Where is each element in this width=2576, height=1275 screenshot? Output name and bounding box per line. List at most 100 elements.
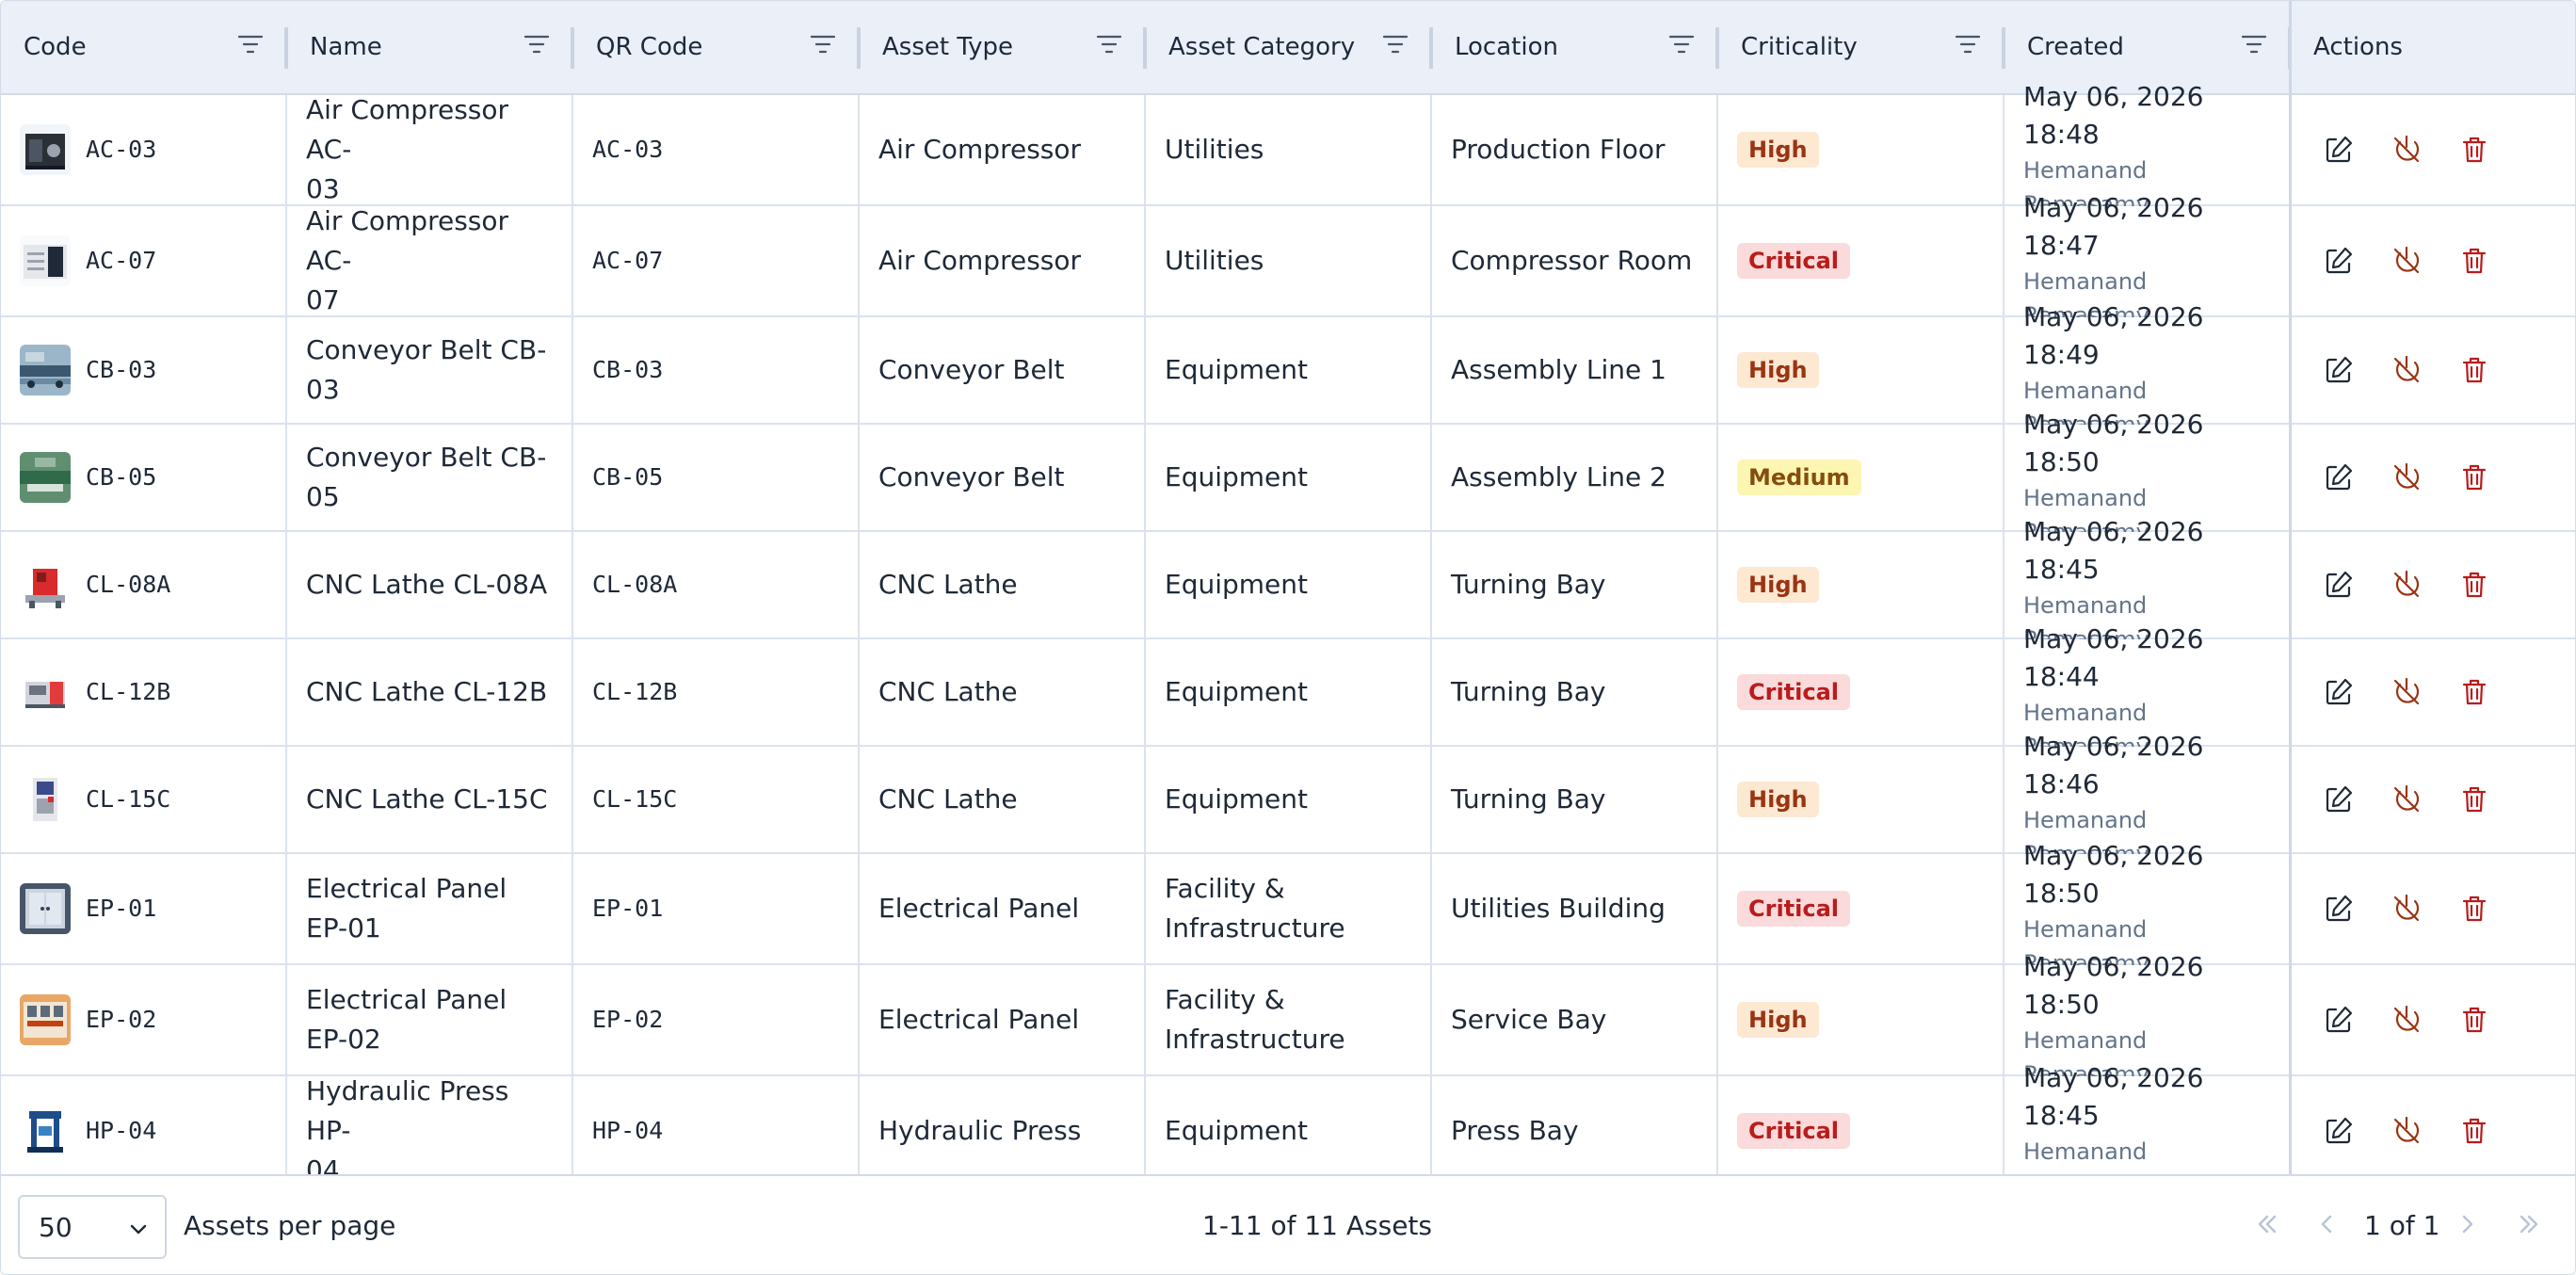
asset-code: CB-03 — [86, 356, 157, 383]
asset-location: Turning Bay — [1451, 783, 1606, 815]
criticality-badge: High — [1737, 352, 1819, 388]
prev-page-icon[interactable] — [2313, 1210, 2342, 1238]
asset-location: Service Bay — [1451, 1004, 1607, 1035]
asset-name-line: Conveyor Belt CB-05 — [306, 442, 547, 512]
cell-created: May 06, 2026 18:50Hemanand Ramasamy — [2004, 951, 2291, 1088]
edit-icon[interactable] — [2323, 783, 2355, 815]
cell-qr-code: CB-03 — [573, 317, 860, 423]
filter-icon[interactable] — [1381, 33, 1409, 57]
edit-icon[interactable] — [2323, 893, 2355, 925]
filter-icon[interactable] — [2240, 33, 2268, 57]
filter-icon[interactable] — [1954, 33, 1982, 57]
column-resize-handle[interactable] — [1715, 27, 1719, 69]
deactivate-icon[interactable] — [2391, 676, 2423, 708]
column-header-label: Name — [310, 33, 382, 61]
cell-asset-type: Hydraulic Press — [860, 1076, 1146, 1174]
cell-asset-category: Utilities — [1146, 206, 1432, 315]
asset-category: Equipment — [1165, 780, 1308, 819]
cell-location: Production Floor — [1432, 95, 1718, 204]
edit-icon[interactable] — [2323, 676, 2355, 708]
column-resize-handle[interactable] — [857, 27, 861, 69]
asset-name: Electrical Panel EP-02 — [306, 980, 556, 1059]
column-header-actions[interactable]: Actions — [2291, 1, 2575, 93]
cell-asset-category: Equipment — [1146, 425, 1432, 530]
deactivate-icon[interactable] — [2391, 893, 2423, 925]
qr-code-value: CL-15C — [592, 785, 678, 813]
created-date: May 06, 2026 18:45 — [2023, 1062, 2204, 1131]
asset-name: Air Compressor AC- 07 — [306, 202, 556, 320]
filter-icon[interactable] — [236, 33, 265, 57]
column-header-label: Actions — [2313, 33, 2403, 61]
asset-category-line: Equipment — [1165, 1115, 1308, 1146]
delete-icon[interactable] — [2458, 354, 2490, 386]
next-page-icon[interactable] — [2453, 1210, 2481, 1238]
edit-icon[interactable] — [2323, 245, 2355, 277]
deactivate-icon[interactable] — [2391, 783, 2423, 815]
column-resize-handle[interactable] — [1143, 27, 1147, 69]
qr-code-value: EP-02 — [592, 1006, 664, 1033]
column-header-location[interactable]: Location — [1432, 1, 1718, 93]
per-page-select[interactable]: 50 — [18, 1195, 167, 1259]
deactivate-icon[interactable] — [2391, 461, 2423, 493]
deactivate-icon[interactable] — [2391, 569, 2423, 601]
column-header-code[interactable]: Code — [1, 1, 287, 93]
deactivate-icon[interactable] — [2391, 1115, 2423, 1147]
asset-name-line: CNC Lathe CL-08A — [306, 569, 548, 600]
delete-icon[interactable] — [2458, 1115, 2490, 1147]
filter-icon[interactable] — [1095, 33, 1123, 57]
delete-icon[interactable] — [2458, 245, 2490, 277]
cell-asset-category: Utilities — [1146, 95, 1432, 204]
cell-code: AC-07 — [1, 206, 287, 315]
cell-name: CNC Lathe CL-08A — [287, 532, 573, 638]
deactivate-icon[interactable] — [2391, 134, 2423, 166]
delete-icon[interactable] — [2458, 461, 2490, 493]
delete-icon[interactable] — [2458, 893, 2490, 925]
deactivate-icon[interactable] — [2391, 354, 2423, 386]
delete-icon[interactable] — [2458, 783, 2490, 815]
asset-location: Utilities Building — [1451, 893, 1666, 924]
column-header-criticality[interactable]: Criticality — [1718, 1, 2004, 93]
asset-code: CL-08A — [86, 571, 171, 598]
first-page-icon[interactable] — [2253, 1210, 2281, 1238]
delete-icon[interactable] — [2458, 1004, 2490, 1036]
table-row[interactable]: HP-04 Hydraulic Press HP- 04 HP-04 Hydraulic… — [1, 1062, 2575, 1174]
edit-icon[interactable] — [2323, 1115, 2355, 1147]
pagination-footer: 50 Assets per page 1-11 of 11 Assets 1 o… — [1, 1174, 2575, 1274]
column-resize-handle[interactable] — [284, 27, 288, 69]
filter-icon[interactable] — [809, 33, 837, 57]
last-page-icon[interactable] — [2515, 1210, 2543, 1238]
column-resize-handle[interactable] — [2002, 27, 2005, 69]
filter-icon[interactable] — [1667, 33, 1696, 57]
delete-icon[interactable] — [2458, 676, 2490, 708]
criticality-badge: Critical — [1737, 243, 1851, 279]
delete-icon[interactable] — [2458, 134, 2490, 166]
column-header-name[interactable]: Name — [287, 1, 573, 93]
filter-icon[interactable] — [523, 33, 551, 57]
edit-icon[interactable] — [2323, 134, 2355, 166]
column-header-category[interactable]: Asset Category — [1146, 1, 1432, 93]
deactivate-icon[interactable] — [2391, 245, 2423, 277]
asset-code: HP-04 — [86, 1117, 157, 1144]
cell-name: Air Compressor AC- 03 — [287, 94, 573, 204]
cell-criticality: High — [1718, 532, 2004, 638]
edit-icon[interactable] — [2323, 461, 2355, 493]
deactivate-icon[interactable] — [2391, 1004, 2423, 1036]
cell-criticality: Critical — [1718, 1076, 2004, 1174]
asset-category-line: Equipment — [1165, 569, 1308, 600]
asset-category: Facility & Infrastructure — [1165, 980, 1345, 1059]
cell-asset-type: CNC Lathe — [860, 532, 1146, 638]
cell-asset-category: Facility & Infrastructure — [1146, 965, 1432, 1074]
column-header-type[interactable]: Asset Type — [860, 1, 1146, 93]
column-resize-handle[interactable] — [1429, 27, 1433, 69]
edit-icon[interactable] — [2323, 1004, 2355, 1036]
cell-criticality: Critical — [1718, 206, 2004, 315]
edit-icon[interactable] — [2323, 569, 2355, 601]
asset-category: Equipment — [1165, 565, 1308, 605]
delete-icon[interactable] — [2458, 569, 2490, 601]
column-resize-handle[interactable] — [571, 27, 574, 69]
asset-code: CL-12B — [86, 678, 171, 705]
edit-icon[interactable] — [2323, 354, 2355, 386]
column-header-qr[interactable]: QR Code — [573, 1, 860, 93]
cell-qr-code: CB-05 — [573, 425, 860, 530]
cell-criticality: Critical — [1718, 639, 2004, 745]
